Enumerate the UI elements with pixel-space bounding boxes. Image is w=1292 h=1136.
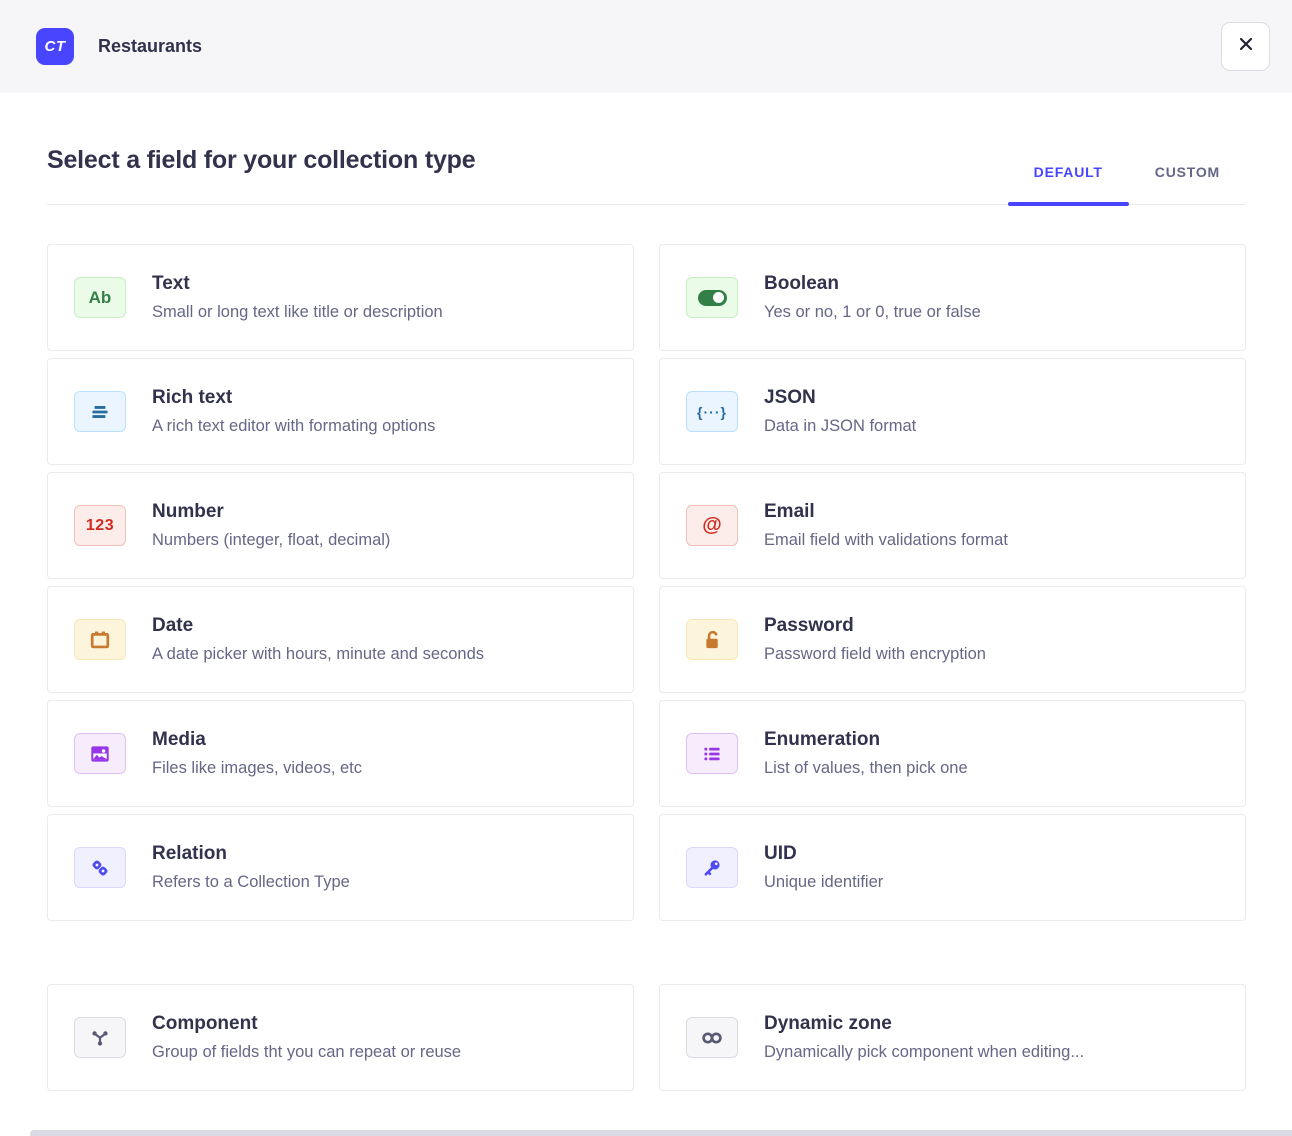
lock-icon: [686, 619, 738, 660]
close-icon: [1236, 34, 1256, 59]
field-title: Date: [152, 615, 484, 637]
field-desc: Data in JSON format: [764, 417, 916, 436]
field-grid: Ab Text Small or long text like title or…: [47, 244, 1246, 921]
tab-default[interactable]: DEFAULT: [1008, 164, 1129, 204]
json-braces-icon: {···}: [686, 391, 738, 432]
field-title: Enumeration: [764, 729, 968, 751]
chain-link-icon: [74, 847, 126, 888]
field-desc: Unique identifier: [764, 873, 883, 892]
field-card-password[interactable]: Password Password field with encryption: [659, 586, 1246, 693]
field-title: Password: [764, 615, 986, 637]
field-grid-bottom: Component Group of fields tht you can re…: [47, 984, 1246, 1091]
tab-bar: DEFAULT CUSTOM: [1008, 164, 1246, 204]
field-title: Rich text: [152, 387, 435, 409]
field-card-json[interactable]: {···} JSON Data in JSON format: [659, 358, 1246, 465]
field-title: UID: [764, 843, 883, 865]
field-title: Boolean: [764, 273, 981, 295]
field-desc: Small or long text like title or descrip…: [152, 303, 443, 322]
field-desc: List of values, then pick one: [764, 759, 968, 778]
collection-type-badge: CT: [36, 28, 74, 65]
field-card-date[interactable]: Date A date picker with hours, minute an…: [47, 586, 634, 693]
infinity-icon: [686, 1017, 738, 1058]
modal-body: Select a field for your collection type …: [0, 93, 1292, 1091]
page-title: Select a field for your collection type: [47, 146, 475, 204]
field-desc: Refers to a Collection Type: [152, 873, 350, 892]
field-card-relation[interactable]: Relation Refers to a Collection Type: [47, 814, 634, 921]
tab-custom[interactable]: CUSTOM: [1129, 164, 1246, 204]
field-title: Dynamic zone: [764, 1013, 1084, 1035]
field-desc: Yes or no, 1 or 0, true or false: [764, 303, 981, 322]
field-desc: Password field with encryption: [764, 645, 986, 664]
field-card-text[interactable]: Ab Text Small or long text like title or…: [47, 244, 634, 351]
field-card-boolean[interactable]: Boolean Yes or no, 1 or 0, true or false: [659, 244, 1246, 351]
calendar-icon: [74, 619, 126, 660]
toggle-icon: [686, 277, 738, 318]
field-card-media[interactable]: Media Files like images, videos, etc: [47, 700, 634, 807]
field-desc: Files like images, videos, etc: [152, 759, 362, 778]
field-title: Number: [152, 501, 390, 523]
field-desc: Email field with validations format: [764, 531, 1008, 550]
field-card-email[interactable]: @ Email Email field with validations for…: [659, 472, 1246, 579]
field-desc: A date picker with hours, minute and sec…: [152, 645, 484, 664]
field-desc: Numbers (integer, float, decimal): [152, 531, 390, 550]
field-title: Relation: [152, 843, 350, 865]
picture-icon: [74, 733, 126, 774]
text-lines-icon: [74, 391, 126, 432]
field-title: Component: [152, 1013, 461, 1035]
field-card-enumeration[interactable]: Enumeration List of values, then pick on…: [659, 700, 1246, 807]
field-desc: Dynamically pick component when editing.…: [764, 1043, 1084, 1062]
title-row: Select a field for your collection type …: [47, 146, 1246, 205]
field-card-dynamiczone[interactable]: Dynamic zone Dynamically pick component …: [659, 984, 1246, 1091]
bullet-list-icon: [686, 733, 738, 774]
collection-title: Restaurants: [98, 36, 202, 57]
field-title: Text: [152, 273, 443, 295]
field-card-component[interactable]: Component Group of fields tht you can re…: [47, 984, 634, 1091]
field-card-number[interactable]: 123 Number Numbers (integer, float, deci…: [47, 472, 634, 579]
key-icon: [686, 847, 738, 888]
field-card-richtext[interactable]: Rich text A rich text editor with format…: [47, 358, 634, 465]
at-sign-icon: @: [686, 505, 738, 546]
text-ab-icon: Ab: [74, 277, 126, 318]
field-card-uid[interactable]: UID Unique identifier: [659, 814, 1246, 921]
field-desc: A rich text editor with formating option…: [152, 417, 435, 436]
field-desc: Group of fields tht you can repeat or re…: [152, 1043, 461, 1062]
number-123-icon: 123: [74, 505, 126, 546]
footer-divider: [30, 1130, 1292, 1136]
close-button[interactable]: [1221, 22, 1270, 71]
field-title: Media: [152, 729, 362, 751]
field-title: Email: [764, 501, 1008, 523]
field-title: JSON: [764, 387, 916, 409]
component-nodes-icon: [74, 1017, 126, 1058]
modal-header: CT Restaurants: [0, 0, 1292, 93]
